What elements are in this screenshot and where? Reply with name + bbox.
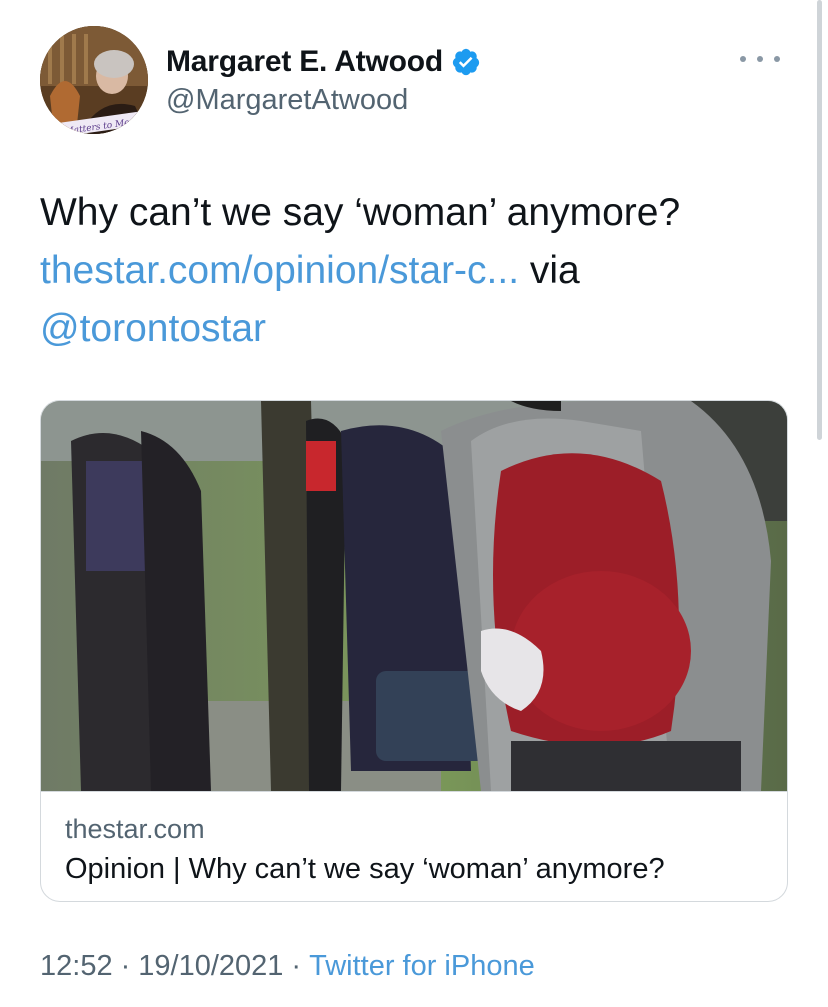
card-title: Opinion | Why can’t we say ‘woman’ anymo… [65,853,665,885]
article-link[interactable]: thestar.com/opinion/star-c... [40,249,519,292]
avatar[interactable]: It Matters to Me [40,26,148,134]
mention-link[interactable]: @torontostar [40,307,266,350]
card-image[interactable] [41,401,787,791]
tweet-body: Why can’t we say ‘woman’ anymore? [40,191,681,234]
scrollbar[interactable] [817,0,822,440]
tweet-text: Why can’t we say ‘woman’ anymore? thesta… [40,184,780,358]
card-domain: thestar.com [65,814,205,844]
author-handle[interactable]: @MargaretAtwood [166,84,481,117]
tweet-header: It Matters to Me Margaret E. Atwood @Mar… [40,26,780,134]
link-preview-card[interactable]: thestar.com Opinion | Why can’t we say ‘… [40,400,788,902]
display-name[interactable]: Margaret E. Atwood [166,45,443,79]
tweet-timestamp: 12:52 · 19/10/2021 · Twitter for iPhone [40,950,535,983]
tweet-time[interactable]: 12:52 [40,950,113,982]
more-dot [774,56,780,62]
tweet-date[interactable]: 19/10/2021 [138,950,283,982]
separator: · [120,950,131,982]
more-dot [757,56,763,62]
more-options-icon[interactable] [740,44,780,74]
display-name-row: Margaret E. Atwood [166,42,481,82]
more-dot [740,56,746,62]
source-link[interactable]: Twitter for iPhone [309,950,535,982]
separator: · [291,950,302,982]
verified-badge-icon [452,48,480,76]
author-names: Margaret E. Atwood @MargaretAtwood [166,42,481,117]
card-meta: thestar.com Opinion | Why can’t we say ‘… [41,791,787,901]
via-text: via [529,249,580,292]
